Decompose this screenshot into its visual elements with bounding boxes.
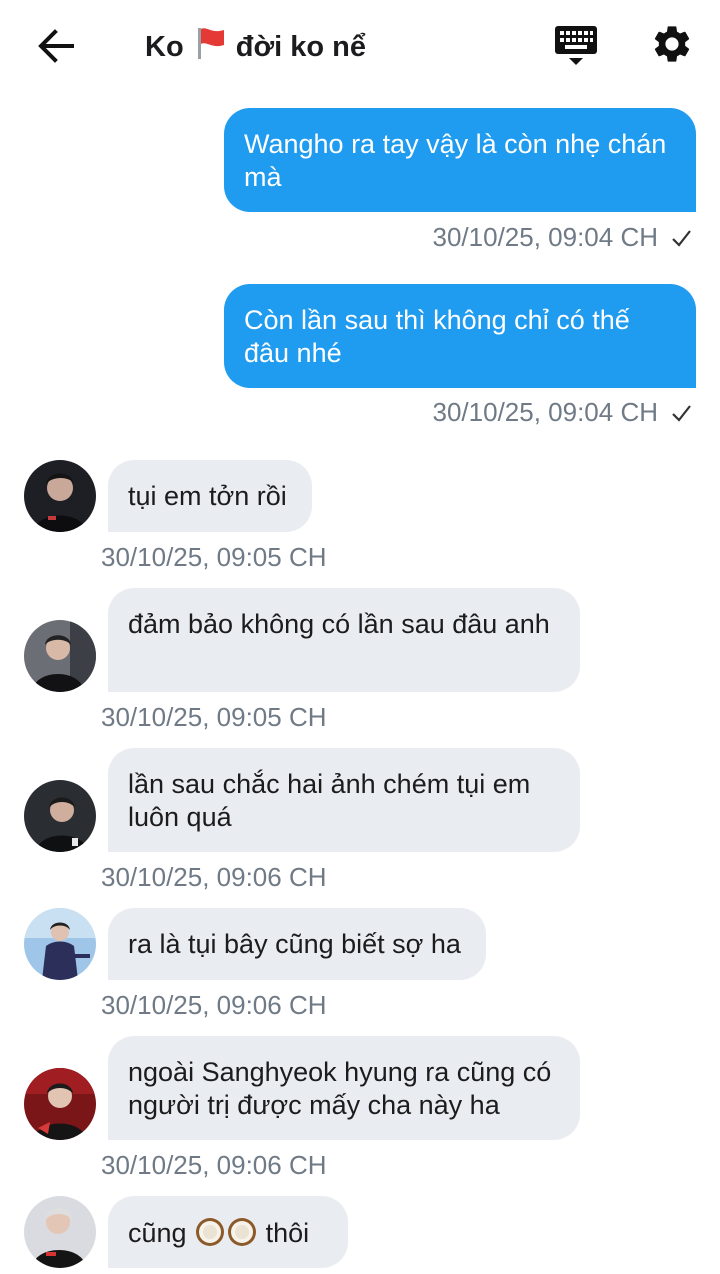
keyboard-icon [555,26,597,65]
incoming-message-bubble[interactable]: ngoài Sanghyeok hyung ra cũng có người t… [108,1036,580,1140]
message-timestamp: 30/10/25, 09:06 CH [101,1150,327,1180]
message-timestamp: 30/10/25, 09:06 CH [101,990,327,1020]
message-timestamp: 30/10/25, 09:04 CH [432,397,659,427]
message-timestamp: 30/10/25, 09:06 CH [101,862,327,892]
red-flag-icon [197,28,224,59]
message-text: Wangho ra tay vậy là còn nhẹ chán mà [244,129,667,192]
back-button[interactable] [34,24,78,68]
avatar[interactable] [24,908,96,980]
incoming-message-bubble[interactable]: cũng thôi [108,1196,348,1268]
avatar[interactable] [24,1068,96,1140]
checkmark-icon [672,230,691,247]
gear-icon [654,26,690,62]
message-timestamp: 30/10/25, 09:04 CH [432,222,659,252]
avatar[interactable] [24,1196,96,1268]
chat-title: Ko đời ko nể [145,26,366,66]
avatar[interactable] [24,460,96,532]
coconut-emoji-icon [196,1218,225,1246]
avatar-photo [24,1196,96,1268]
chat-header: Ko đời ko nể [0,0,720,90]
message-text: lần sau chắc hai ảnh chém tụi em luôn qu… [128,769,531,832]
keyboard-toggle-button[interactable] [553,23,599,69]
chat-title-part-2: đời ko nể [235,31,366,63]
message-text: ra là tụi bây cũng biết sợ ha [128,929,461,959]
arrow-left-icon [38,29,74,63]
settings-button[interactable] [650,22,694,66]
message-text-before: cũng [128,1218,187,1248]
avatar-photo [24,1068,96,1140]
incoming-message-bubble[interactable]: tụi em tởn rồi [108,460,312,532]
outgoing-message-bubble[interactable]: Wangho ra tay vậy là còn nhẹ chán mà [224,108,696,212]
incoming-message-bubble[interactable]: lần sau chắc hai ảnh chém tụi em luôn qu… [108,748,580,852]
avatar[interactable] [24,620,96,692]
checkmark-icon [672,405,691,422]
message-text: Còn lần sau thì không chỉ có thế đâu nhé [244,305,630,368]
incoming-message-bubble[interactable]: đảm bảo không có lần sau đâu anh [108,588,580,692]
chat-title-part-1: Ko [145,31,184,63]
incoming-message-bubble[interactable]: ra là tụi bây cũng biết sợ ha [108,908,486,980]
message-text: tụi em tởn rồi [128,481,287,511]
avatar-photo [24,620,96,692]
message-text: ngoài Sanghyeok hyung ra cũng có người t… [128,1057,552,1120]
avatar-photo [24,780,96,852]
outgoing-message-bubble[interactable]: Còn lần sau thì không chỉ có thế đâu nhé [224,284,696,388]
message-timestamp: 30/10/25, 09:05 CH [101,542,327,572]
avatar[interactable] [24,780,96,852]
avatar-photo [24,460,96,532]
message-text-after: thôi [265,1218,310,1248]
avatar-photo [24,908,96,980]
coconut-emoji-icon [228,1218,257,1246]
message-timestamp: 30/10/25, 09:05 CH [101,702,327,732]
message-text: đảm bảo không có lần sau đâu anh [128,609,550,639]
